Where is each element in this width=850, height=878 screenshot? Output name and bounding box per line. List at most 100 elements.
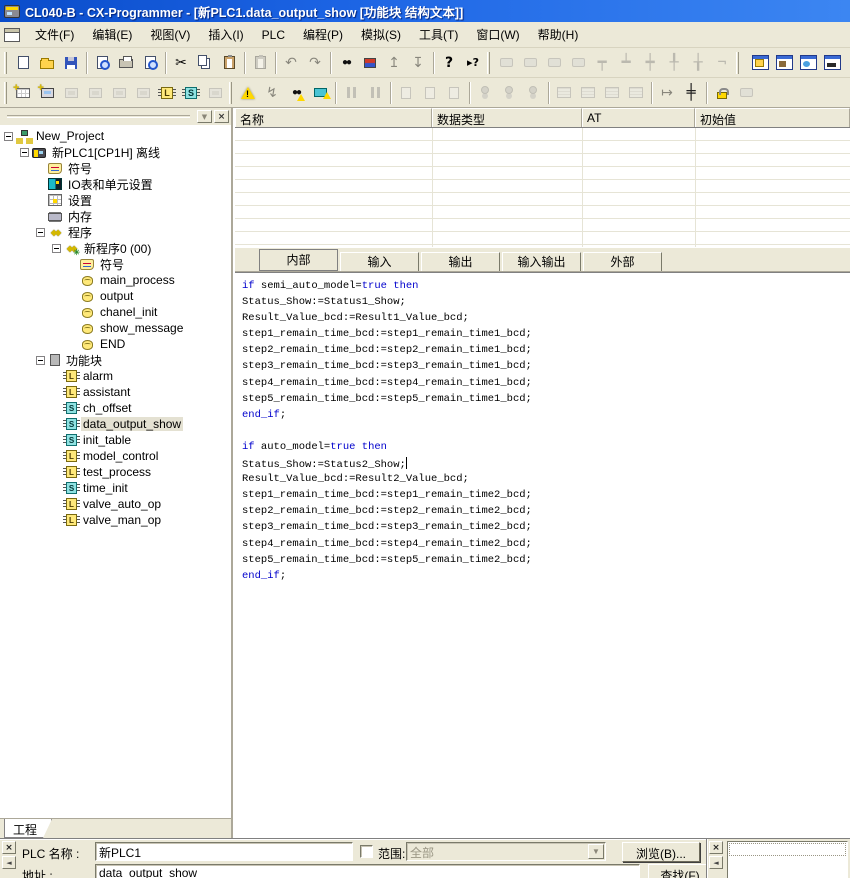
tree-item--[interactable]: 符号 bbox=[0, 256, 231, 272]
tree-item-valve_auto_op[interactable]: Lvalve_auto_op bbox=[0, 496, 231, 512]
menu-item-9[interactable]: 窗口(W) bbox=[467, 22, 528, 47]
new-ladder-fb-button[interactable]: L bbox=[155, 81, 179, 105]
var-tab-外部[interactable]: 外部 bbox=[583, 252, 662, 271]
watch-list[interactable] bbox=[727, 841, 848, 878]
menu-item-7[interactable]: 模拟(S) bbox=[352, 22, 410, 47]
mdi-child-icon[interactable] bbox=[4, 28, 20, 42]
tree-item--0-00-[interactable]: 新程序0 (00) bbox=[0, 240, 231, 256]
toggle-output-window-button[interactable] bbox=[772, 51, 796, 75]
tree-item--[interactable]: 符号 bbox=[0, 160, 231, 176]
find-button[interactable]: 查找(F) bbox=[648, 864, 712, 878]
save-file-button[interactable] bbox=[59, 51, 83, 75]
chevron-down-icon[interactable]: ▼ bbox=[588, 844, 604, 859]
plc-name-input[interactable]: 新PLC1 bbox=[95, 842, 353, 861]
new-symbol-table-button[interactable] bbox=[11, 81, 35, 105]
column-header-4[interactable]: 初始值 bbox=[695, 108, 850, 127]
menu-item-8[interactable]: 工具(T) bbox=[410, 22, 467, 47]
tree-item-model_control[interactable]: Lmodel_control bbox=[0, 448, 231, 464]
menu-item-1[interactable]: 文件(F) bbox=[26, 22, 83, 47]
tree-item-chanel_init[interactable]: chanel_init bbox=[0, 304, 231, 320]
context-help-button[interactable]: ▸? bbox=[461, 51, 485, 75]
find-report-button[interactable]: ●● bbox=[284, 81, 308, 105]
tree-item-assistant[interactable]: Lassistant bbox=[0, 384, 231, 400]
online-edit-button[interactable] bbox=[308, 81, 332, 105]
dock-collapse-button[interactable]: ◄ bbox=[2, 856, 16, 869]
help-button[interactable]: ? bbox=[437, 51, 461, 75]
tree-item-test_process[interactable]: Ltest_process bbox=[0, 464, 231, 480]
tree-expand-toggle[interactable] bbox=[36, 356, 45, 365]
watch-close-button[interactable]: × bbox=[709, 841, 723, 854]
copy-button[interactable] bbox=[193, 51, 217, 75]
address-input[interactable]: data_output_show bbox=[95, 864, 640, 878]
toolbar-grip[interactable] bbox=[736, 52, 739, 74]
tree-item-main_process[interactable]: main_process bbox=[0, 272, 231, 288]
var-tab-输出[interactable]: 输出 bbox=[421, 252, 500, 271]
menu-item-6[interactable]: 编程(P) bbox=[294, 22, 352, 47]
toolbar-grip[interactable] bbox=[229, 82, 232, 104]
toggle-project-tree-button[interactable] bbox=[748, 51, 772, 75]
var-tab-输入[interactable]: 输入 bbox=[340, 252, 419, 271]
tree-item-time_init[interactable]: Stime_init bbox=[0, 480, 231, 496]
tree-item-end[interactable]: END bbox=[0, 336, 231, 352]
menu-item-10[interactable]: 帮助(H) bbox=[529, 22, 588, 47]
new-file-button[interactable] bbox=[11, 51, 35, 75]
workspace-dropdown-button[interactable]: ▼ bbox=[197, 110, 212, 123]
browse-button[interactable]: 浏览(B)... bbox=[622, 842, 700, 862]
toggle-cross-reference-button[interactable] bbox=[820, 51, 844, 75]
tree-item--plc1-cp1h-[interactable]: 新PLC1[CP1H] 离线 bbox=[0, 144, 231, 160]
drag-handle[interactable] bbox=[7, 115, 190, 118]
workspace-close-button[interactable]: × bbox=[214, 110, 229, 123]
tree-item-output[interactable]: output bbox=[0, 288, 231, 304]
toolbar-grip[interactable] bbox=[487, 52, 490, 74]
dock-close-button[interactable]: × bbox=[2, 841, 16, 854]
var-tab-输入输出[interactable]: 输入输出 bbox=[502, 252, 581, 271]
column-header-3[interactable]: AT bbox=[582, 108, 695, 127]
menu-item-4[interactable]: 插入(I) bbox=[199, 22, 252, 47]
tree-item--[interactable]: 程序 bbox=[0, 224, 231, 240]
tree-item-valve_man_op[interactable]: Lvalve_man_op bbox=[0, 512, 231, 528]
watch-collapse-button[interactable]: ◄ bbox=[709, 856, 723, 869]
tree-expand-toggle[interactable] bbox=[20, 148, 29, 157]
tree-expand-toggle[interactable] bbox=[52, 244, 61, 253]
scope-combobox[interactable]: 全部 ▼ bbox=[406, 842, 606, 861]
tree-item-alarm[interactable]: Lalarm bbox=[0, 368, 231, 384]
transfer-program-button[interactable] bbox=[35, 81, 59, 105]
column-header-1[interactable]: 名称 bbox=[235, 108, 432, 127]
fb-protect-button[interactable] bbox=[710, 81, 734, 105]
new-st-fb-button[interactable]: S bbox=[179, 81, 203, 105]
cut-button[interactable]: ✂ bbox=[169, 51, 193, 75]
print-preview-button[interactable] bbox=[138, 51, 162, 75]
tree-item--[interactable]: 内存 bbox=[0, 208, 231, 224]
paste-button[interactable] bbox=[217, 51, 241, 75]
compile-button[interactable] bbox=[236, 81, 260, 105]
menu-item-5[interactable]: PLC bbox=[253, 24, 294, 46]
tab-project[interactable]: 工程 bbox=[4, 819, 52, 838]
var-tab-内部[interactable]: 内部 bbox=[259, 249, 338, 271]
tree-item--[interactable]: 设置 bbox=[0, 192, 231, 208]
st-code-editor[interactable]: if semi_auto_model=true thenStatus_Show:… bbox=[235, 272, 850, 838]
tree-expand-toggle[interactable] bbox=[4, 132, 13, 141]
tree-item--[interactable]: 功能块 bbox=[0, 352, 231, 368]
open-file-button[interactable] bbox=[35, 51, 59, 75]
doc-view-button[interactable] bbox=[90, 51, 114, 75]
tree-item-init_table[interactable]: Sinit_table bbox=[0, 432, 231, 448]
tree-item-io-[interactable]: IO表和单元设置 bbox=[0, 176, 231, 192]
menu-item-2[interactable]: 编辑(E) bbox=[83, 22, 141, 47]
toolbar-grip[interactable] bbox=[4, 52, 7, 74]
toggle-watch-window-button[interactable] bbox=[796, 51, 820, 75]
tree-item-show_message[interactable]: show_message bbox=[0, 320, 231, 336]
tree-expand-toggle[interactable] bbox=[36, 228, 45, 237]
grid-toggle-button[interactable]: ╪ bbox=[679, 81, 703, 105]
print-button[interactable] bbox=[114, 51, 138, 75]
find-button[interactable]: ●● bbox=[334, 51, 358, 75]
toolbar-grip[interactable] bbox=[4, 82, 7, 104]
tree-item-data_output_show[interactable]: Sdata_output_show bbox=[0, 416, 231, 432]
change-all-button[interactable] bbox=[358, 51, 382, 75]
tree-item-new_project[interactable]: New_Project bbox=[0, 128, 231, 144]
column-header-2[interactable]: 数据类型 bbox=[432, 108, 582, 127]
scope-checkbox[interactable] bbox=[360, 845, 373, 858]
tree-item-ch_offset[interactable]: Sch_offset bbox=[0, 400, 231, 416]
menu-item-3[interactable]: 视图(V) bbox=[141, 22, 199, 47]
watch-selected-row[interactable] bbox=[729, 843, 846, 856]
variable-table-body[interactable] bbox=[235, 128, 850, 247]
